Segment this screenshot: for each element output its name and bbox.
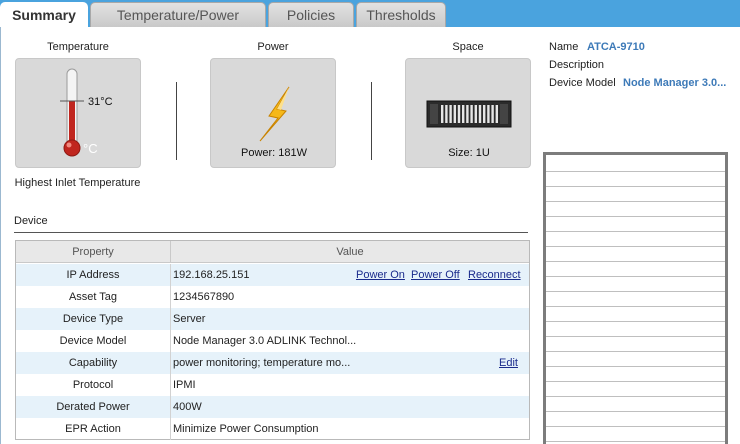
table-row: Device Type Server	[16, 308, 529, 330]
temperature-caption: Highest Inlet Temperature	[14, 177, 141, 189]
table-row: Derated Power 400W	[16, 396, 529, 418]
name-label: Name	[549, 41, 579, 53]
table-row: Asset Tag 1234567890	[16, 286, 529, 308]
property-cell: Protocol	[16, 374, 171, 396]
value-cell: Node Manager 3.0 ADLINK Technol...	[173, 335, 357, 347]
tab-policies[interactable]: Policies	[268, 2, 354, 27]
table-header: Property Value	[16, 241, 529, 263]
description-label: Description	[549, 59, 605, 71]
property-cell: Device Type	[16, 308, 171, 330]
property-cell: Capability	[16, 352, 171, 374]
table-row: IP Address 192.168.25.151 Power On Power…	[16, 264, 529, 286]
power-card-title: Power	[257, 41, 289, 53]
property-cell: IP Address	[16, 264, 171, 286]
device-section-label: Device	[14, 215, 48, 227]
value-cell: 192.168.25.151	[173, 269, 250, 281]
temperature-unit-mark: °C	[83, 141, 98, 156]
thermometer-icon	[60, 68, 84, 157]
value-cell: 1234567890	[173, 291, 235, 303]
power-card: Power: 181W	[210, 58, 336, 168]
value-cell: power monitoring; temperature mo...	[173, 357, 351, 369]
space-card-title: Space	[452, 41, 484, 53]
temperature-card: 31°C °C	[15, 58, 141, 168]
content-frame-border	[0, 27, 1, 444]
property-cell: Asset Tag	[16, 286, 171, 308]
property-cell: EPR Action	[16, 418, 171, 440]
value-cell: Minimize Power Consumption	[173, 423, 319, 435]
edit-capability-link[interactable]: Edit	[499, 352, 518, 374]
table-row: Capability power monitoring; temperature…	[16, 352, 529, 374]
name-value: ATCA-9710	[587, 41, 645, 53]
property-cell: Derated Power	[16, 396, 171, 418]
space-caption: Size: 1U	[448, 147, 490, 159]
tab-summary[interactable]: Summary	[0, 2, 88, 28]
value-cell: IPMI	[173, 379, 196, 391]
property-cell: Device Model	[16, 330, 171, 352]
power-caption: Power: 181W	[240, 147, 308, 159]
value-cell: 400W	[173, 401, 202, 413]
device-property-table: Property Value IP Address 192.168.25.151…	[15, 240, 530, 440]
card-divider	[176, 82, 177, 160]
card-divider	[371, 82, 372, 160]
space-card: Size: 1U	[405, 58, 531, 168]
notes-list-panel[interactable]	[543, 152, 728, 444]
tab-temperature-power[interactable]: Temperature/Power	[90, 2, 266, 27]
table-row: Protocol IPMI	[16, 374, 529, 396]
table-row: Device Model Node Manager 3.0 ADLINK Tec…	[16, 330, 529, 352]
column-header-property[interactable]: Property	[16, 241, 171, 263]
temperature-reading: 31°C	[88, 96, 113, 108]
power-off-link[interactable]: Power Off	[411, 264, 460, 286]
power-on-link[interactable]: Power On	[356, 264, 405, 286]
column-header-value[interactable]: Value	[171, 241, 529, 263]
device-model-label: Device Model	[549, 77, 616, 89]
reconnect-link[interactable]: Reconnect	[468, 264, 521, 286]
value-cell: Server	[173, 313, 206, 325]
device-divider	[14, 232, 528, 233]
tab-thresholds[interactable]: Thresholds	[356, 2, 446, 27]
temperature-card-title: Temperature	[47, 41, 109, 53]
device-model-value: Node Manager 3.0...	[623, 77, 727, 89]
tab-bar: Temperature/Power Policies Thresholds Su…	[0, 0, 740, 28]
table-row: EPR Action Minimize Power Consumption	[16, 418, 529, 440]
